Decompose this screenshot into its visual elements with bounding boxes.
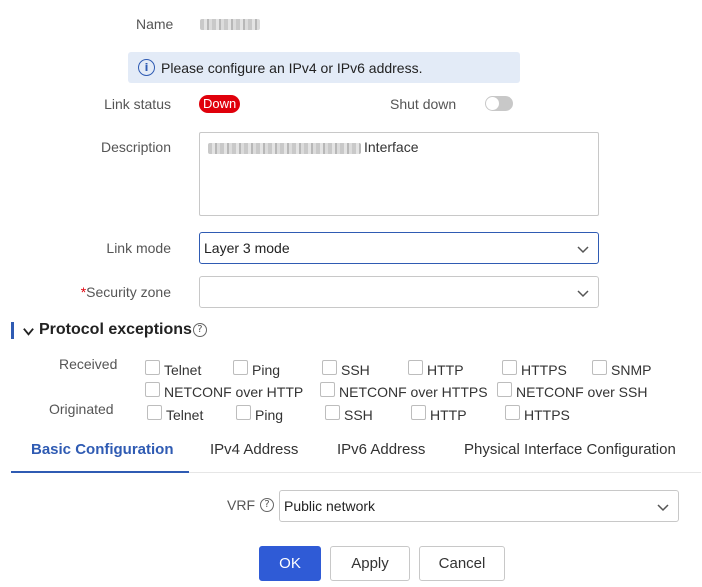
security-zone-select[interactable] [199,276,599,308]
tab-basic-configuration[interactable]: Basic Configuration [31,441,174,458]
vrf-label-text: VRF [227,497,255,513]
security-zone-label: *Security zone [0,284,171,300]
link-mode-select[interactable]: Layer 3 mode [199,232,599,264]
checkbox-label: HTTPS [521,362,567,378]
originated-https[interactable]: HTTPS [505,401,570,423]
checkbox[interactable] [325,404,340,420]
vrf-label: VRF ? [227,497,274,513]
checkbox[interactable] [145,359,160,375]
originated-ping[interactable]: Ping [236,401,283,423]
checkbox-label: Telnet [164,362,202,378]
received-netconf-https[interactable]: NETCONF over HTTPS [320,378,488,400]
checkbox-label: Ping [252,362,281,378]
chevron-down-icon[interactable] [22,325,35,338]
section-accent-bar [11,322,14,339]
checkbox-label: SSH [344,407,373,423]
received-https[interactable]: HTTPS [502,356,567,378]
checkbox[interactable] [145,381,160,397]
received-label: Received [59,356,118,372]
originated-label: Originated [49,401,114,417]
chevron-down-icon [577,290,589,298]
checkbox[interactable] [502,359,517,375]
vrf-value: Public network [284,498,376,514]
shutdown-toggle[interactable] [485,96,513,111]
name-label: Name [136,16,174,32]
tab-ipv6-address[interactable]: IPv6 Address [337,441,425,458]
link-mode-label: Link mode [106,240,171,256]
description-value-redacted [208,143,361,154]
checkbox[interactable] [233,359,248,375]
checkbox-label: HTTP [430,407,467,423]
help-icon[interactable]: ? [260,498,274,512]
name-value-redacted [200,19,260,30]
checkbox[interactable] [497,381,512,397]
toggle-knob [486,97,499,110]
checkbox[interactable] [411,404,426,420]
checkbox[interactable] [147,404,162,420]
checkbox-label: Telnet [166,407,204,423]
checkbox-label: HTTPS [524,407,570,423]
tab-physical-interface-configuration[interactable]: Physical Interface Configuration [464,441,676,458]
security-zone-label-text: Security zone [86,284,171,300]
received-ssh[interactable]: SSH [322,356,370,378]
received-netconf-ssh[interactable]: NETCONF over SSH [497,378,647,400]
received-ping[interactable]: Ping [233,356,280,378]
protocol-exceptions-title: Protocol exceptions ? [39,321,207,339]
checkbox-label: NETCONF over HTTP [164,384,304,400]
received-netconf-http[interactable]: NETCONF over HTTP [145,378,303,400]
received-http[interactable]: HTTP [408,356,464,378]
info-icon: i [138,59,155,76]
cancel-button[interactable]: Cancel [419,546,505,581]
checkbox[interactable] [505,404,520,420]
originated-ssh[interactable]: SSH [325,401,373,423]
help-icon[interactable]: ? [192,323,207,337]
link-mode-value: Layer 3 mode [204,240,290,256]
received-telnet[interactable]: Telnet [145,356,201,378]
vrf-select[interactable]: Public network [279,490,679,522]
originated-http[interactable]: HTTP [411,401,467,423]
chevron-down-icon [657,504,669,512]
protocol-exceptions-title-text: Protocol exceptions [39,321,192,338]
link-status-label: Link status [104,96,171,112]
checkbox-label: HTTP [427,362,464,378]
checkbox-label: SSH [341,362,370,378]
description-value-text: Interface [364,139,419,155]
link-status-badge: Down [199,95,241,113]
tab-ipv4-address[interactable]: IPv4 Address [210,441,298,458]
apply-button[interactable]: Apply [330,546,410,581]
originated-telnet[interactable]: Telnet [147,401,203,423]
checkbox[interactable] [320,381,335,397]
active-tab-indicator [11,471,189,473]
ok-button[interactable]: OK [259,546,321,581]
checkbox[interactable] [592,359,607,375]
info-message: Please configure an IPv4 or IPv6 address… [161,59,423,76]
checkbox-label: NETCONF over HTTPS [339,384,488,400]
checkbox-label: Ping [255,407,284,423]
description-textarea[interactable]: Interface [199,132,599,216]
checkbox-label: NETCONF over SSH [516,384,648,400]
received-snmp[interactable]: SNMP [592,356,651,378]
description-label: Description [100,139,171,155]
checkbox[interactable] [236,404,251,420]
chevron-down-icon [577,246,589,254]
checkbox[interactable] [408,359,423,375]
checkbox[interactable] [322,359,337,375]
shutdown-label: Shut down [390,96,457,112]
checkbox-label: SNMP [611,362,652,378]
info-banner: i Please configure an IPv4 or IPv6 addre… [128,52,520,83]
